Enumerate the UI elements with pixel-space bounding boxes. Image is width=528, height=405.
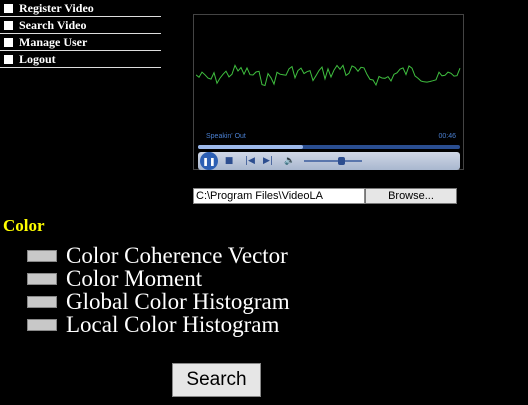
track-info: Speakin' Out 00:46 (206, 133, 456, 143)
feature-heading: Color (3, 216, 45, 235)
bullet-icon (4, 20, 13, 30)
track-time: 00:46 (438, 133, 456, 140)
player-controls: ❚❚ ■ |◀ ▶| 🔈 (198, 152, 460, 170)
seek-bar[interactable] (198, 145, 460, 149)
nav-label: Search Video (19, 17, 87, 32)
volume-slider[interactable] (304, 160, 362, 162)
nav-manage-user[interactable]: Manage User (0, 34, 161, 51)
volume-icon[interactable]: 🔈 (281, 154, 299, 168)
nav-label: Register Video (19, 0, 94, 15)
nav-search-video[interactable]: Search Video (0, 17, 161, 34)
option-label: Local Color Histogram (66, 312, 280, 337)
option-color-moment[interactable]: Color Moment (27, 266, 202, 291)
nav-label: Manage User (19, 34, 88, 49)
bullet-icon (4, 3, 13, 13)
checkbox[interactable] (27, 250, 57, 262)
checkbox[interactable] (27, 319, 57, 331)
checkbox[interactable] (27, 273, 57, 285)
option-global-color-histogram[interactable]: Global Color Histogram (27, 289, 290, 314)
volume-knob[interactable] (338, 157, 345, 165)
next-icon[interactable]: ▶| (261, 154, 275, 168)
waveform-visualization (196, 64, 461, 87)
option-local-color-histogram[interactable]: Local Color Histogram (27, 312, 280, 337)
checkbox[interactable] (27, 296, 57, 308)
file-path-input[interactable]: C:\Program Files\VideoLA (193, 188, 365, 204)
option-color-coherence-vector[interactable]: Color Coherence Vector (27, 243, 288, 268)
nav-register-video[interactable]: Register Video (0, 0, 161, 17)
file-upload-row: C:\Program Files\VideoLA Browse... (193, 188, 457, 204)
sidebar-nav: Register Video Search Video Manage User … (0, 0, 161, 68)
stop-button[interactable]: ■ (223, 154, 235, 168)
seek-fill (198, 145, 303, 149)
pause-button[interactable]: ❚❚ (200, 152, 218, 170)
nav-label: Logout (19, 51, 56, 66)
track-title: Speakin' Out (206, 133, 246, 140)
media-player: Speakin' Out 00:46 ❚❚ ■ |◀ ▶| 🔈 (193, 14, 464, 170)
bullet-icon (4, 54, 13, 64)
bullet-icon (4, 37, 13, 47)
search-button[interactable]: Search (172, 363, 261, 397)
nav-logout[interactable]: Logout (0, 51, 161, 68)
previous-icon[interactable]: |◀ (243, 154, 257, 168)
browse-button[interactable]: Browse... (365, 188, 457, 204)
